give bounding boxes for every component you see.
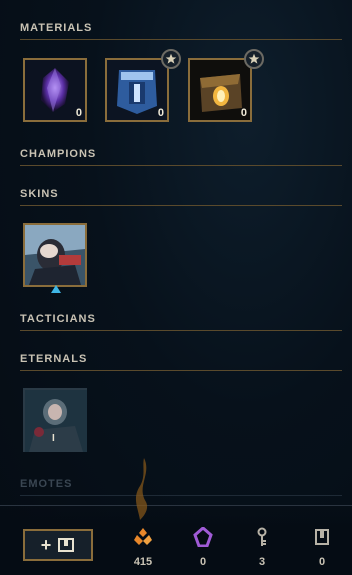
- material-count: 0: [240, 107, 247, 119]
- mythic-essence-icon: [193, 526, 213, 548]
- currency-mythic-essence: 0: [183, 526, 223, 568]
- section-champions-title: CHAMPIONS: [20, 148, 342, 166]
- orange-essence-icon: [134, 528, 152, 545]
- section-tacticians-title: TACTICIANS: [20, 313, 342, 331]
- currency-value: 0: [199, 556, 207, 568]
- currency-orange-essence: 415: [123, 527, 163, 568]
- material-count: 0: [75, 107, 82, 119]
- currency-value: 415: [133, 556, 153, 568]
- key-icon: [257, 527, 267, 546]
- eternal-series[interactable]: I: [23, 388, 87, 452]
- key-fragment-icon: [315, 529, 329, 545]
- star-icon: [165, 53, 177, 64]
- triangle-marker-icon: [51, 285, 61, 293]
- material-mythic-essence[interactable]: 0: [23, 58, 87, 122]
- material-hextech-chest[interactable]: 0: [188, 58, 252, 122]
- material-count: 0: [157, 107, 164, 119]
- skin-shard-icon: [25, 225, 85, 285]
- star-icon: [248, 53, 260, 64]
- currency-key-fragments: 0: [302, 527, 342, 568]
- eternal-level: I: [52, 433, 55, 444]
- section-emotes-title: EMOTES: [20, 478, 342, 496]
- chest-icon: [58, 538, 75, 552]
- currency-value: 3: [258, 556, 266, 568]
- add-chest-button[interactable]: +: [23, 529, 93, 561]
- star-badge: [244, 49, 264, 69]
- currency-value: 0: [318, 556, 326, 568]
- section-skins-title: SKINS: [20, 188, 342, 206]
- eternal-series-icon: [25, 390, 87, 452]
- section-eternals-title: ETERNALS: [20, 353, 342, 371]
- star-badge: [161, 49, 181, 69]
- currency-keys: 3: [242, 527, 282, 568]
- flame-wisp-icon: [135, 458, 148, 520]
- plus-label: +: [40, 534, 52, 555]
- material-masterwork-chest[interactable]: 0: [105, 58, 169, 122]
- skin-shard[interactable]: [23, 223, 87, 287]
- section-materials-title: MATERIALS: [20, 22, 342, 40]
